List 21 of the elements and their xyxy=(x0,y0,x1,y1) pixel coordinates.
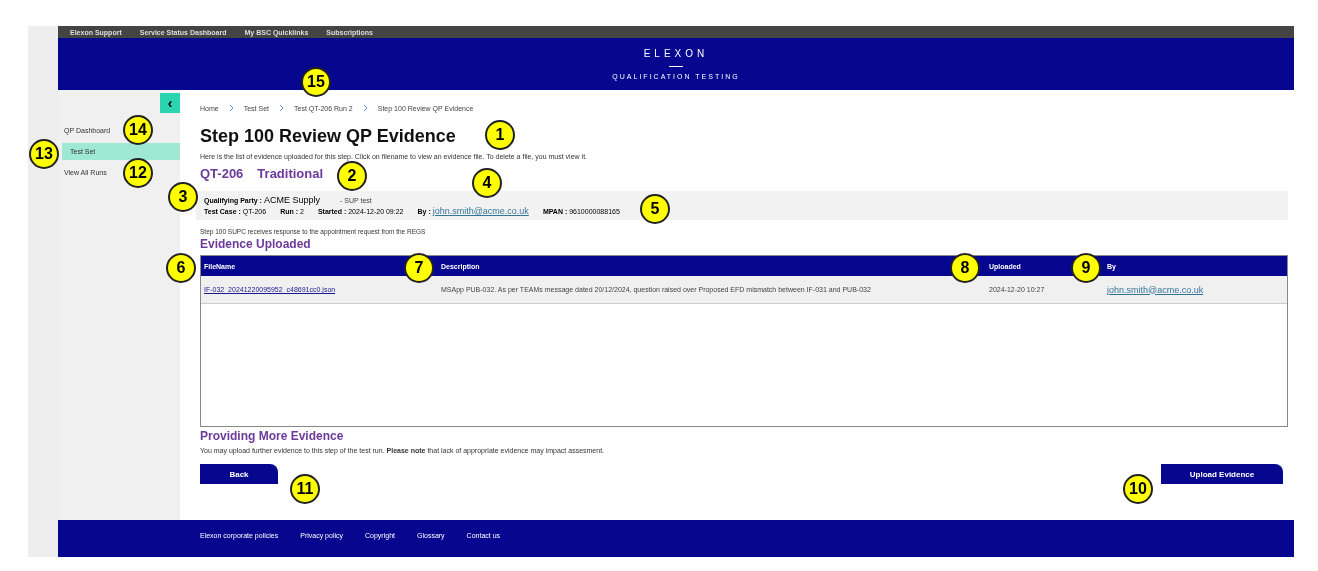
callout-marker: 6 xyxy=(166,253,196,283)
callout-marker: 4 xyxy=(472,168,502,198)
chevron-icon xyxy=(228,104,234,112)
section-heading: Providing More Evidence xyxy=(200,429,345,443)
upload-button[interactable]: Upload Evidence xyxy=(1161,464,1283,484)
chevron-icon xyxy=(362,104,368,112)
callout-marker: 15 xyxy=(301,67,331,97)
section-heading: Evidence Uploaded xyxy=(200,237,312,251)
back-button[interactable]: Back xyxy=(200,464,278,484)
chevron-icon xyxy=(279,104,284,112)
logo: ELEXON xyxy=(643,48,709,59)
test-code: QT-206 xyxy=(200,166,244,181)
email-link[interactable]: john.smith@acme.co.uk xyxy=(432,206,529,216)
collapse-button[interactable]: ‹ xyxy=(160,93,180,113)
callout-marker: 1 xyxy=(485,120,515,150)
page-title: Step 100 Review QP Evidence xyxy=(200,126,456,147)
callout-marker: 10 xyxy=(1123,474,1153,504)
callout-marker: 2 xyxy=(337,161,367,191)
email-link[interactable]: john.smith@acme.co.uk xyxy=(1107,284,1204,295)
callout-marker: 11 xyxy=(290,474,320,504)
test-type: Traditional xyxy=(257,166,324,181)
